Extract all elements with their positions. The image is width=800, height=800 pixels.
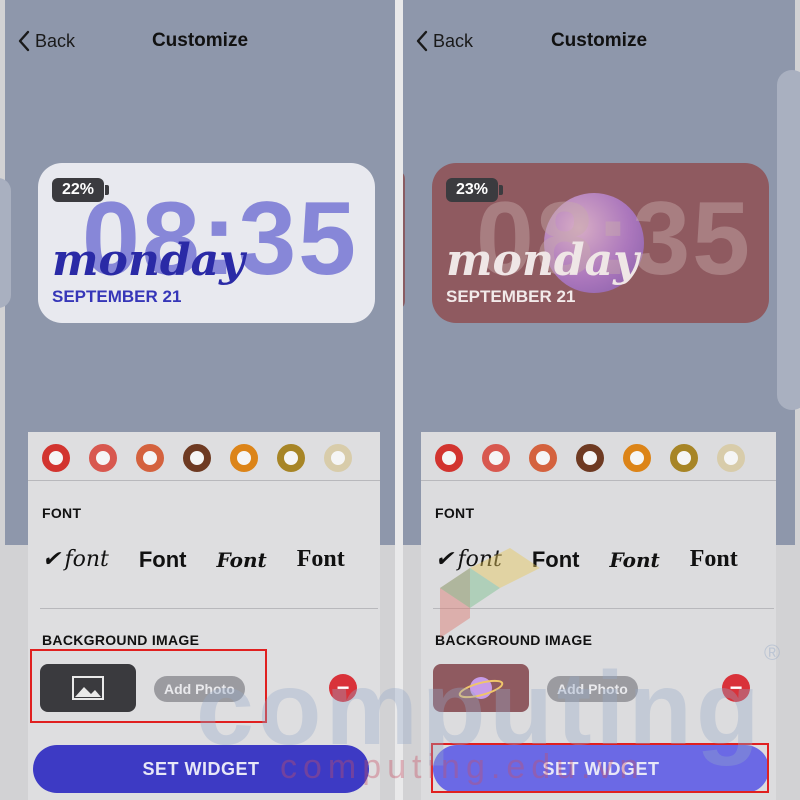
color-swatch[interactable] — [324, 444, 352, 472]
image-placeholder-icon — [72, 676, 104, 700]
planet-thumbnail-icon — [458, 677, 504, 699]
nav-bar: Back Customize — [403, 26, 795, 56]
remove-photo-button[interactable]: − — [722, 674, 750, 702]
color-swatch[interactable] — [623, 444, 651, 472]
checkmark-icon: ✔ — [42, 547, 61, 572]
page-title: Customize — [550, 30, 648, 51]
add-photo-button[interactable]: Add Photo — [547, 676, 638, 702]
checkmark-icon: ✔ — [435, 547, 454, 572]
right-screenshot: Back Customize 08:35 23% monday SEPTEMBE… — [403, 0, 800, 800]
font-option-label: font — [457, 547, 502, 572]
battery-badge: 23% — [446, 178, 503, 202]
set-widget-button[interactable]: SET WIDGET — [433, 745, 769, 793]
font-option-serif[interactable]: Font — [690, 546, 738, 573]
color-swatch[interactable] — [277, 444, 305, 472]
font-option-fancy[interactable]: Font — [610, 548, 660, 572]
font-option-script-selected[interactable]: ✔ font — [42, 547, 109, 572]
prev-widget-card[interactable] — [0, 178, 11, 308]
color-swatch[interactable] — [670, 444, 698, 472]
color-swatch[interactable] — [576, 444, 604, 472]
font-option-sans[interactable]: Font — [139, 547, 187, 573]
remove-photo-button[interactable]: − — [329, 674, 357, 702]
divider — [28, 480, 380, 481]
background-image-label: BACKGROUND IMAGE — [435, 632, 593, 648]
widget-preview[interactable]: 08:35 22% monday SEPTEMBER 21 — [38, 163, 375, 323]
font-options: ✔ font Font Font Font — [435, 546, 738, 573]
prev-widget-card[interactable] — [403, 170, 405, 310]
left-screenshot: Back Customize 08:35 22% monday SEPTEMBE… — [0, 0, 395, 800]
divider — [421, 480, 776, 481]
color-swatch[interactable] — [42, 444, 70, 472]
background-image-label: BACKGROUND IMAGE — [42, 632, 200, 648]
color-swatch[interactable] — [183, 444, 211, 472]
date-text: SEPTEMBER 21 — [52, 287, 182, 306]
panel-divider — [395, 0, 403, 800]
color-swatches — [435, 444, 745, 472]
divider — [433, 608, 774, 609]
color-swatch[interactable] — [136, 444, 164, 472]
day-text: monday — [52, 235, 245, 286]
widget-preview[interactable]: 08:35 23% monday SEPTEMBER 21 — [432, 163, 769, 323]
font-section-label: FONT — [435, 505, 475, 521]
background-thumbnail[interactable] — [433, 664, 529, 712]
next-widget-card[interactable] — [777, 70, 800, 410]
font-option-serif[interactable]: Font — [297, 546, 345, 573]
font-option-sans[interactable]: Font — [532, 547, 580, 573]
divider — [40, 608, 378, 609]
color-swatch[interactable] — [230, 444, 258, 472]
color-swatches — [42, 444, 352, 472]
set-widget-button[interactable]: SET WIDGET — [33, 745, 369, 793]
background-image-row: Add Photo − — [40, 664, 370, 714]
font-option-fancy[interactable]: Font — [217, 548, 267, 572]
color-swatch[interactable] — [482, 444, 510, 472]
background-thumbnail[interactable] — [40, 664, 136, 712]
color-swatch[interactable] — [717, 444, 745, 472]
battery-badge: 22% — [52, 178, 109, 202]
page-title: Customize — [151, 30, 249, 51]
color-swatch[interactable] — [529, 444, 557, 472]
font-section-label: FONT — [42, 505, 82, 521]
day-text: monday — [446, 235, 639, 286]
font-options: ✔ font Font Font Font — [42, 546, 345, 573]
color-swatch[interactable] — [89, 444, 117, 472]
font-option-label: font — [64, 547, 109, 572]
color-swatch[interactable] — [435, 444, 463, 472]
font-option-script-selected[interactable]: ✔ font — [435, 547, 502, 572]
date-text: SEPTEMBER 21 — [446, 287, 576, 306]
nav-bar: Back Customize — [5, 26, 395, 56]
add-photo-button[interactable]: Add Photo — [154, 676, 245, 702]
background-image-row: Add Photo − — [433, 664, 763, 714]
